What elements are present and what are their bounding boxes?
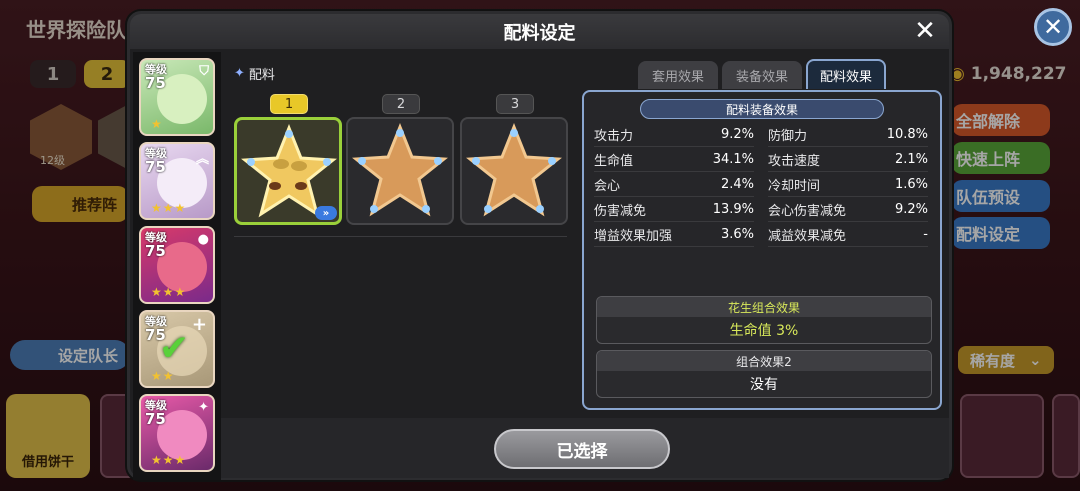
- cookie-card-1[interactable]: 等级 75 ⛉ ★: [139, 58, 215, 136]
- stat-row: 生命值 34.1%: [594, 147, 754, 172]
- topping-slot-1[interactable]: »: [234, 117, 342, 225]
- modal-title: 配料设定: [503, 22, 576, 44]
- combo-title: 组合效果2: [597, 351, 931, 371]
- combo-value: 没有: [750, 377, 778, 393]
- tab-equip-effect[interactable]: 装备效果: [722, 61, 802, 89]
- selected-button[interactable]: 已选择: [494, 429, 670, 469]
- cookie-stars: ★★★: [151, 201, 187, 215]
- cookie-stars: ★: [151, 117, 163, 131]
- cookie-card-2[interactable]: 等级 75 ︽ ★★★: [139, 142, 215, 220]
- chevron-right-icon: »: [315, 206, 337, 220]
- topping-modal: 配料设定 ✕ 等级 75 ⛉ ★ 等级 75 ︽ ★★★ 等级 75 ● ★★★ 等级…: [127, 11, 952, 480]
- stat-row: 会心伤害减免 9.2%: [768, 197, 928, 222]
- cookie-level: 等级 75: [145, 147, 167, 176]
- shield-icon: ⛉: [199, 64, 209, 79]
- tab-set-effect[interactable]: 套用效果: [638, 61, 718, 89]
- cookie-level: 等级 75: [145, 399, 167, 428]
- cookie-list: 等级 75 ⛉ ★ 等级 75 ︽ ★★★ 等级 75 ● ★★★ 等级 75 + ✔ …: [133, 52, 221, 480]
- stat-row: 减益效果减免 -: [768, 222, 928, 247]
- stat-row: 冷却时间 1.6%: [768, 172, 928, 197]
- combo-effect-1: 花生组合效果 生命值 3%: [596, 296, 932, 344]
- stat-row: 增益效果加强 3.6%: [594, 222, 754, 247]
- plus-icon: +: [191, 314, 207, 335]
- topping-section-label: ✦ 配料: [234, 64, 275, 83]
- stats-header: 配料装备效果: [640, 99, 884, 119]
- cookie-stars: ★★: [151, 369, 175, 383]
- combo-title: 花生组合效果: [597, 297, 931, 317]
- modal-header: 配料设定 ✕: [130, 14, 949, 49]
- topping-label-text: 配料: [248, 68, 275, 83]
- topping-slot-2[interactable]: [346, 117, 454, 225]
- cookie-stars: ★★★: [151, 453, 187, 467]
- stats-panel: 配料装备效果 攻击力 9.2% 生命值 34.1% 会心 2.4% 伤害减免 13.9%…: [582, 90, 942, 410]
- combo-value: 生命值 3%: [729, 323, 799, 339]
- empty-star-slot-icon: [352, 123, 448, 217]
- check-icon: ✔: [159, 328, 190, 369]
- cookie-card-4[interactable]: 等级 75 + ✔ ★★: [139, 310, 215, 388]
- sparkle-icon: ✦: [234, 66, 245, 81]
- cookie-level: 等级 75: [145, 231, 167, 260]
- cookie-card-5[interactable]: 等级 75 ✦ ★★★: [139, 394, 215, 472]
- bomb-icon: ●: [197, 232, 209, 247]
- tab-topping-effect[interactable]: 配料效果: [806, 59, 886, 89]
- empty-star-slot-icon: [466, 123, 562, 217]
- combo-effect-2: 组合效果2 没有: [596, 350, 932, 398]
- chevron-up-icon: ︽: [195, 152, 209, 167]
- stat-row: 伤害减免 13.9%: [594, 197, 754, 222]
- cookie-level: 等级 75: [145, 63, 167, 92]
- stat-row: 攻击力 9.2%: [594, 122, 754, 147]
- divider: [234, 236, 567, 237]
- cookie-card-3[interactable]: 等级 75 ● ★★★: [139, 226, 215, 304]
- slot-number-2: 2: [382, 94, 420, 114]
- cookie-stars: ★★★: [151, 285, 187, 299]
- close-icon[interactable]: ✕: [911, 17, 939, 45]
- sparkle-icon: ✦: [198, 400, 209, 415]
- close-icon[interactable]: ✕: [1034, 8, 1072, 46]
- stat-row: 防御力 10.8%: [768, 122, 928, 147]
- slot-number-1: 1: [270, 94, 308, 114]
- stat-row: 攻击速度 2.1%: [768, 147, 928, 172]
- slot-number-3: 3: [496, 94, 534, 114]
- stat-row: 会心 2.4%: [594, 172, 754, 197]
- topping-slot-3[interactable]: [460, 117, 568, 225]
